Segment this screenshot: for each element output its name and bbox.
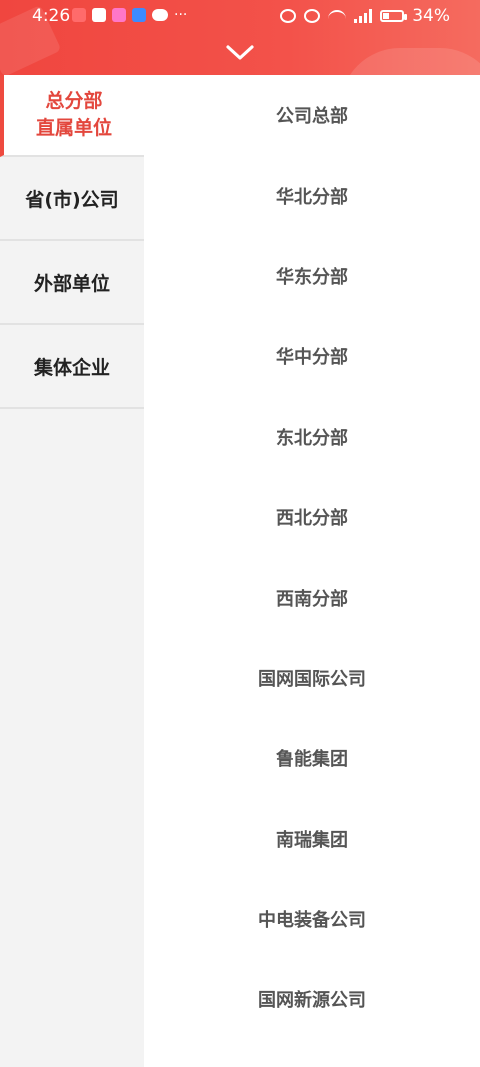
wifi-icon — [328, 10, 347, 22]
sidebar-item-label: 省(市)公司 — [25, 188, 119, 211]
list-item[interactable]: 南瑞集团 — [144, 799, 480, 879]
decoration — [340, 48, 480, 75]
header: 4:26 ··· 34% — [0, 0, 480, 75]
signal-icon — [354, 9, 373, 23]
battery-percent: 34% — [412, 6, 450, 26]
list-item[interactable]: 鲁能集团 — [144, 718, 480, 798]
list-item[interactable]: 国网国际公司 — [144, 638, 480, 718]
sidebar-item-label: 总分部 直属单位 — [35, 90, 112, 139]
sidebar-item-external-units[interactable]: 外部单位 — [0, 241, 144, 325]
list-item[interactable]: 华北分部 — [144, 155, 480, 235]
list-item[interactable]: 华中分部 — [144, 316, 480, 396]
system-icons: 34% — [280, 6, 450, 26]
list-item[interactable]: 中电装备公司 — [144, 879, 480, 959]
status-bar: 4:26 ··· 34% — [0, 0, 480, 32]
battery-alert-icon — [92, 8, 106, 22]
category-sidebar: 总分部 直属单位 省(市)公司 外部单位 集体企业 — [0, 75, 144, 1067]
list-item[interactable]: 西南分部 — [144, 557, 480, 637]
notification-icons: ··· — [72, 8, 187, 22]
notification-icon — [72, 8, 86, 22]
list-item[interactable]: 东北分部 — [144, 397, 480, 477]
sidebar-item-headquarters-direct-units[interactable]: 总分部 直属单位 — [0, 75, 144, 157]
app-icon — [112, 8, 126, 22]
battery-icon — [380, 10, 408, 22]
app-icon — [132, 8, 146, 22]
chevron-down-icon[interactable] — [224, 40, 256, 64]
list-item[interactable]: 西北分部 — [144, 477, 480, 557]
unit-list: 公司总部 华北分部 华东分部 华中分部 东北分部 西北分部 西南分部 国网国际公… — [144, 75, 480, 1067]
wechat-icon — [152, 9, 168, 21]
mute-icon — [304, 9, 321, 23]
list-item[interactable]: 公司总部 — [144, 75, 480, 155]
sidebar-item-label: 集体企业 — [33, 356, 110, 379]
status-time: 4:26 — [32, 6, 71, 26]
list-item[interactable]: 华东分部 — [144, 236, 480, 316]
sidebar-item-provincial-companies[interactable]: 省(市)公司 — [0, 157, 144, 241]
alarm-icon — [280, 9, 297, 23]
sidebar-item-collective-enterprises[interactable]: 集体企业 — [0, 325, 144, 409]
sidebar-item-label: 外部单位 — [33, 272, 110, 295]
more-notifications-icon: ··· — [174, 7, 188, 23]
list-item[interactable]: 国网新源公司 — [144, 959, 480, 1039]
